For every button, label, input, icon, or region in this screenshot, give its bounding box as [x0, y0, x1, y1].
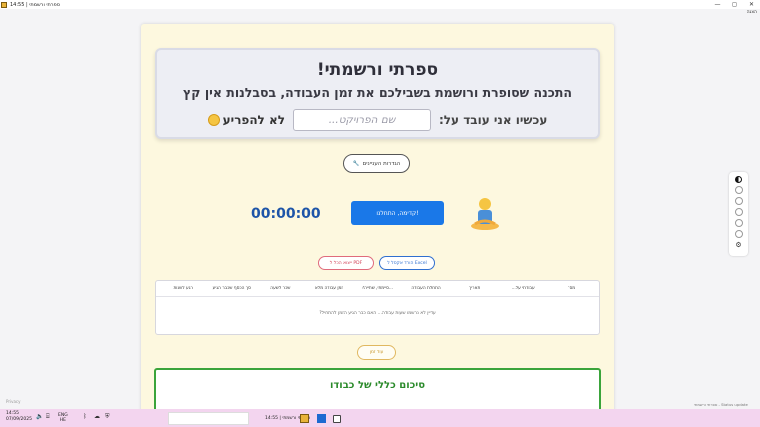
tray-icons: 🔈 ⌸ — [36, 413, 53, 420]
language-indicator[interactable]: ENG HE — [58, 413, 68, 423]
timer-display: 00:00:00 — [251, 206, 321, 222]
theme-option[interactable] — [734, 186, 743, 194]
table-header: תאריך — [468, 286, 481, 291]
project-row: עכשיו אני עובד על: שם הפרויקט... לא להפר… — [157, 109, 598, 131]
empty-table-message: עדיין לא נרשמו שעות עבודה... האם כבר הגי… — [319, 311, 436, 316]
summary-panel: סיכום כללי של כבודו — [154, 368, 601, 414]
bluetooth-icon[interactable]: ᛒ — [83, 413, 90, 420]
hero-panel: ספרתי ורשמתי! התכנה שסופרת ורושמת בשבילכ… — [155, 48, 600, 139]
sessions-table: מס' עבודתי על... תאריך התחלת העבודה ...ס… — [155, 280, 600, 335]
project-name-input[interactable]: שם הפרויקט... — [293, 109, 431, 131]
table-header: זמן עבודה מלא — [314, 286, 343, 291]
app-subtitle: התכנה שסופרת ורושמת בשבילכם את זמן העבוד… — [183, 85, 572, 100]
settings-button[interactable]: הגדרות העניינים 🔧 — [343, 154, 410, 173]
app-title: ספרתי ורשמתי! — [316, 60, 439, 80]
do-not-disturb-label: לא להפריע — [222, 113, 285, 127]
theme-option[interactable] — [734, 230, 743, 238]
settings-label: הגדרות העניינים — [362, 160, 401, 167]
window-title-bar: 14:55 | ספרתי ורשמתי — [0, 0, 760, 9]
taskbar — [0, 409, 760, 427]
do-not-disturb[interactable]: לא להפריע — [207, 113, 285, 127]
theme-option[interactable] — [734, 208, 743, 216]
table-header: שכר לשעה — [270, 286, 291, 291]
close-button[interactable]: ✕ — [743, 0, 760, 9]
app-icon — [1, 1, 7, 8]
table-header: רגע לשנות — [173, 286, 193, 291]
taskbar-clock[interactable]: 14:55 07/09/2025 — [6, 411, 32, 422]
taskbar-date: 07/09/2025 — [6, 416, 32, 422]
working-on-label: עכשיו אני עובד על: — [439, 113, 548, 127]
contrast-icon[interactable] — [735, 176, 742, 183]
footer-status: ספרתי ורשמתי - Status update — [694, 402, 748, 407]
lang-bottom: HE — [59, 418, 66, 423]
table-header: ...סיימתי, שתייה? — [361, 286, 394, 291]
gear-icon[interactable]: ⚙ — [735, 241, 741, 249]
export-pdf-button[interactable]: ייצוא הכל ל PDF — [318, 256, 374, 270]
window-icon[interactable] — [333, 415, 341, 423]
security-icon[interactable]: ⛨ — [105, 413, 112, 420]
maximize-button[interactable]: ◻ — [726, 0, 743, 9]
meditation-person-icon — [471, 198, 499, 230]
window-title: 14:55 | ספרתי ורשמתי — [10, 1, 60, 8]
start-button[interactable]: קדימה, התחלנו! — [351, 201, 444, 225]
table-header: סך הכסף שכבר הגיע — [212, 286, 251, 291]
onedrive-icon[interactable]: ☁ — [94, 413, 101, 420]
shush-face-icon — [207, 114, 220, 126]
network-icon[interactable]: ⌸ — [46, 413, 53, 420]
theme-side-panel: ⚙ — [729, 172, 748, 256]
tray-app-icons: ᛒ ☁ ⛨ — [83, 413, 112, 420]
theme-option[interactable] — [734, 197, 743, 205]
theme-option[interactable] — [734, 219, 743, 227]
table-header: התחלת העבודה — [411, 286, 441, 291]
app-taskbar-icon[interactable] — [300, 414, 309, 423]
footer-left-link[interactable]: Privacy — [6, 399, 20, 404]
table-header: מס' — [568, 286, 576, 291]
more-time-button[interactable]: עוד זמן — [357, 345, 396, 360]
taskbar-search-box[interactable] — [168, 412, 249, 425]
minimize-button[interactable]: — — [709, 0, 726, 9]
wrench-icon: 🔧 — [352, 160, 360, 167]
window-controls: — ◻ ✕ — [709, 0, 760, 9]
export-excel-button[interactable]: הורד אקסל ל Excel — [379, 256, 435, 270]
speaker-icon[interactable]: 🔈 — [36, 413, 43, 420]
main-card: ספרתי ורשמתי! התכנה שסופרת ורושמת בשבילכ… — [141, 24, 614, 414]
table-header-row: מס' עבודתי על... תאריך התחלת העבודה ...ס… — [156, 281, 599, 297]
menu-view[interactable]: הצגה — [747, 9, 757, 16]
summary-title: סיכום כללי של כבודו — [329, 380, 426, 391]
table-header: עבודתי על... — [511, 286, 535, 291]
outlook-icon[interactable] — [317, 414, 326, 423]
